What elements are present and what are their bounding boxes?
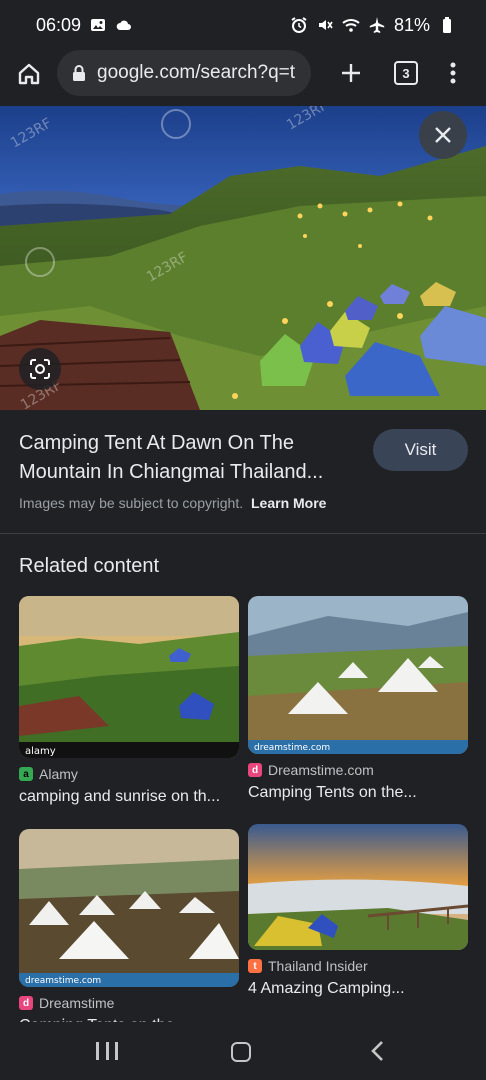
related-thumbnail[interactable]: dreamstime.com: [248, 596, 468, 754]
related-thumbnail[interactable]: [248, 824, 468, 950]
alarm-icon: [290, 16, 308, 34]
url-text: google.com/search?q=t: [97, 62, 296, 83]
recent-apps-button[interactable]: [96, 1042, 118, 1060]
dreamstime-favicon-icon: d: [248, 763, 262, 777]
back-button[interactable]: [370, 1040, 386, 1062]
preview-image[interactable]: 123RF 123RF 123RF 123RF: [0, 106, 486, 410]
cloud-icon: [115, 16, 133, 34]
related-source: Alamy: [39, 766, 78, 782]
related-card[interactable]: dreamstime.com d Dreamstime.com Camping …: [248, 596, 468, 802]
related-content-heading: Related content: [19, 555, 160, 577]
more-menu-button[interactable]: [440, 58, 466, 88]
back-icon: [371, 1041, 383, 1061]
related-source: Dreamstime.com: [268, 762, 374, 778]
related-thumbnail[interactable]: alamy: [19, 596, 239, 758]
alamy-favicon-icon: a: [19, 767, 33, 781]
lock-icon: [71, 64, 87, 82]
lens-icon: [30, 359, 50, 379]
home-icon: [18, 63, 40, 85]
lens-search-button[interactable]: [19, 348, 61, 390]
copyright-text: Images may be subject to copyright.: [19, 495, 244, 511]
thailand-insider-favicon-icon: t: [248, 959, 262, 973]
close-preview-button[interactable]: [419, 111, 467, 159]
related-title[interactable]: 4 Amazing Camping...: [248, 980, 468, 998]
copyright-notice: Images may be subject to copyright. Lear…: [19, 495, 326, 511]
related-title[interactable]: Camping Tents on the...: [248, 784, 468, 802]
home-button[interactable]: [14, 59, 44, 89]
dreamstime-favicon-icon: d: [19, 996, 33, 1010]
battery-icon: [438, 16, 456, 34]
more-vert-icon: [450, 62, 456, 84]
address-bar[interactable]: google.com/search?q=t: [57, 50, 311, 96]
related-title[interactable]: camping and sunrise on th...: [19, 788, 239, 806]
status-time: 06:09: [36, 14, 82, 35]
image-icon: [89, 16, 107, 34]
close-icon: [435, 127, 451, 143]
divider: [0, 533, 486, 534]
tab-switcher-button[interactable]: 3: [394, 61, 418, 85]
browser-toolbar: google.com/search?q=t 3: [0, 50, 486, 104]
plus-icon: [342, 64, 360, 82]
system-nav-bar: [0, 1022, 486, 1080]
related-card[interactable]: dreamstime.com d Dreamstime Camping Tent…: [19, 829, 239, 1035]
thumb-watermark: alamy: [25, 746, 56, 757]
wifi-icon: [342, 16, 360, 34]
thumb-watermark: dreamstime.com: [25, 976, 101, 986]
related-source: Dreamstime: [39, 995, 115, 1011]
tab-count: 3: [402, 65, 410, 81]
recent-apps-icon: [96, 1042, 99, 1060]
mute-icon: [316, 16, 334, 34]
learn-more-link[interactable]: Learn More: [251, 495, 326, 511]
home-nav-button[interactable]: [231, 1042, 251, 1062]
related-source: Thailand Insider: [268, 958, 368, 974]
related-card[interactable]: alamy a Alamy camping and sunrise on th.…: [19, 596, 239, 806]
related-thumbnail[interactable]: dreamstime.com: [19, 829, 239, 987]
status-bar: 06:09 81%: [0, 0, 486, 50]
image-title[interactable]: Camping Tent At Dawn On The Mountain In …: [19, 429, 359, 487]
related-card[interactable]: t Thailand Insider 4 Amazing Camping...: [248, 824, 468, 998]
visit-button[interactable]: Visit: [373, 429, 468, 471]
new-tab-button[interactable]: [336, 58, 366, 88]
battery-percent: 81%: [393, 14, 430, 35]
airplane-icon: [368, 16, 386, 34]
thumb-watermark: dreamstime.com: [254, 743, 330, 753]
